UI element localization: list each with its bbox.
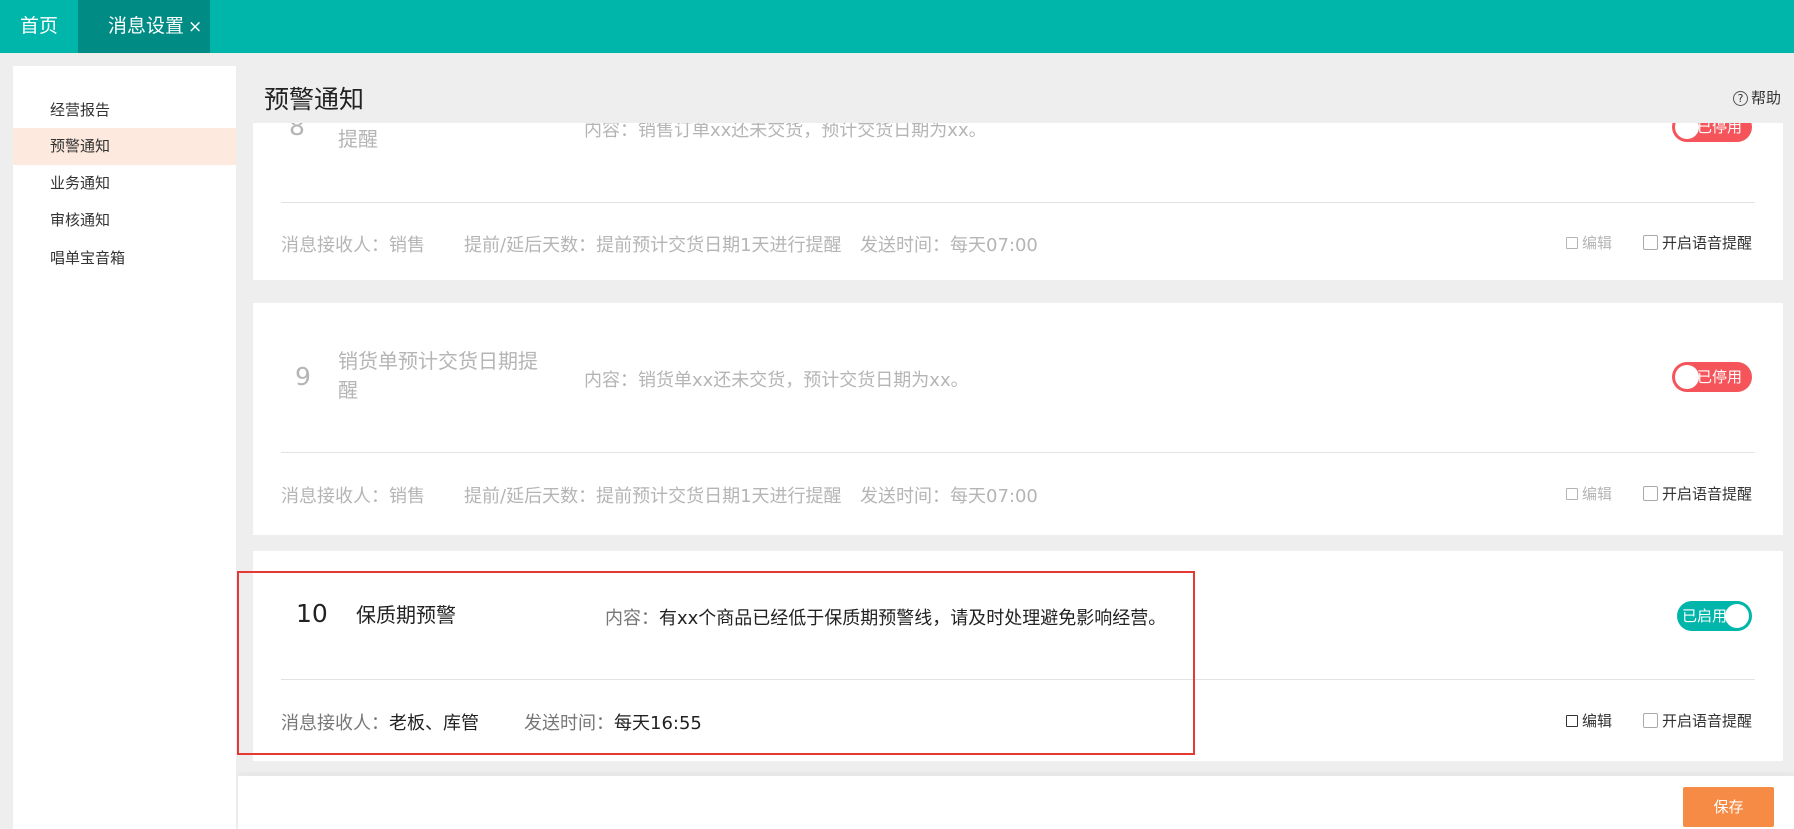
sidebar-item-business-report[interactable]: 经营报告 [13, 92, 236, 129]
page-header: 预警通知 ? 帮助 [238, 66, 1794, 123]
footer-bar [238, 775, 1794, 829]
send-time-text: 发送时间：每天07:00 [860, 235, 1038, 256]
edit-button[interactable]: 编辑 [1566, 710, 1612, 731]
toggle-knob [1675, 365, 1699, 389]
close-icon[interactable]: × [188, 17, 202, 37]
alert-content: 内容：销货单xx还未交货，预计交货日期为xx。 [584, 370, 969, 391]
tab-message-settings[interactable]: 消息设置 × [78, 0, 210, 53]
edit-label: 编辑 [1582, 712, 1613, 730]
divider [281, 202, 1755, 203]
sidebar-item-warning-notice[interactable]: 预警通知 [13, 128, 236, 165]
voice-label: 开启语音提醒 [1662, 234, 1753, 252]
help-label: 帮助 [1750, 89, 1781, 107]
sidebar: 经营报告 预警通知 业务通知 审核通知 唱单宝音箱 [13, 66, 236, 829]
alert-name-line2: 提醒 [338, 127, 378, 151]
voice-checkbox[interactable] [1643, 235, 1658, 250]
edit-icon [1566, 715, 1578, 727]
voice-reminder[interactable]: 开启语音提醒 [1643, 710, 1752, 731]
sidebar-item-business-notice[interactable]: 业务通知 [13, 165, 236, 202]
edit-label: 编辑 [1582, 234, 1613, 252]
help-icon: ? [1732, 91, 1748, 106]
voice-checkbox[interactable] [1643, 486, 1658, 501]
toggle-label: 已启用 [1682, 607, 1728, 625]
days-text: 提前/延后天数：提前预计交货日期1天进行提醒 [464, 235, 842, 256]
voice-label: 开启语音提醒 [1662, 712, 1753, 730]
recipient-text: 消息接收人：销售 [281, 235, 425, 256]
status-toggle[interactable]: 已停用 [1672, 362, 1752, 392]
edit-label: 编辑 [1582, 485, 1613, 503]
edit-button[interactable]: 编辑 [1566, 483, 1612, 504]
edit-icon [1566, 237, 1578, 249]
voice-reminder[interactable]: 开启语音提醒 [1643, 483, 1752, 504]
highlight-box [237, 571, 1195, 755]
alert-name-line2: 醒 [338, 378, 358, 402]
edit-button[interactable]: 编辑 [1566, 232, 1612, 253]
days-text: 提前/延后天数：提前预计交货日期1天进行提醒 [464, 486, 842, 507]
alert-number: 9 [295, 362, 311, 391]
sidebar-item-audit-notice[interactable]: 审核通知 [13, 202, 236, 239]
help-link[interactable]: ? 帮助 [1732, 87, 1781, 108]
alert-card-8: 8 提醒 内容：销售订单xx还未交货，预计交货日期为xx。 已停用 消息接收人：… [253, 110, 1783, 280]
alert-name: 销货单预计交货日期提醒 [338, 347, 538, 405]
alert-card-9: 9 销货单预计交货日期提醒 内容：销货单xx还未交货，预计交货日期为xx。 已停… [253, 303, 1783, 535]
toggle-label: 已停用 [1697, 368, 1743, 386]
status-toggle[interactable]: 已启用 [1677, 601, 1752, 631]
send-time-text: 发送时间：每天07:00 [860, 486, 1038, 507]
page-title: 预警通知 [264, 85, 365, 114]
top-tab-bar: 首页 消息设置 × [0, 0, 1794, 53]
voice-checkbox[interactable] [1643, 713, 1658, 728]
recipient-text: 消息接收人：销售 [281, 486, 425, 507]
tab-home[interactable]: 首页 [0, 0, 78, 53]
save-button[interactable]: 保存 [1683, 787, 1774, 827]
toggle-knob [1725, 604, 1749, 628]
divider [281, 452, 1755, 453]
voice-reminder[interactable]: 开启语音提醒 [1643, 232, 1752, 253]
edit-icon [1566, 488, 1578, 500]
voice-label: 开启语音提醒 [1662, 485, 1753, 503]
alert-name-line1: 销货单预计交货日期提 [338, 349, 538, 373]
tab-label: 消息设置 [108, 15, 185, 37]
sidebar-item-speaker[interactable]: 唱单宝音箱 [13, 240, 236, 277]
